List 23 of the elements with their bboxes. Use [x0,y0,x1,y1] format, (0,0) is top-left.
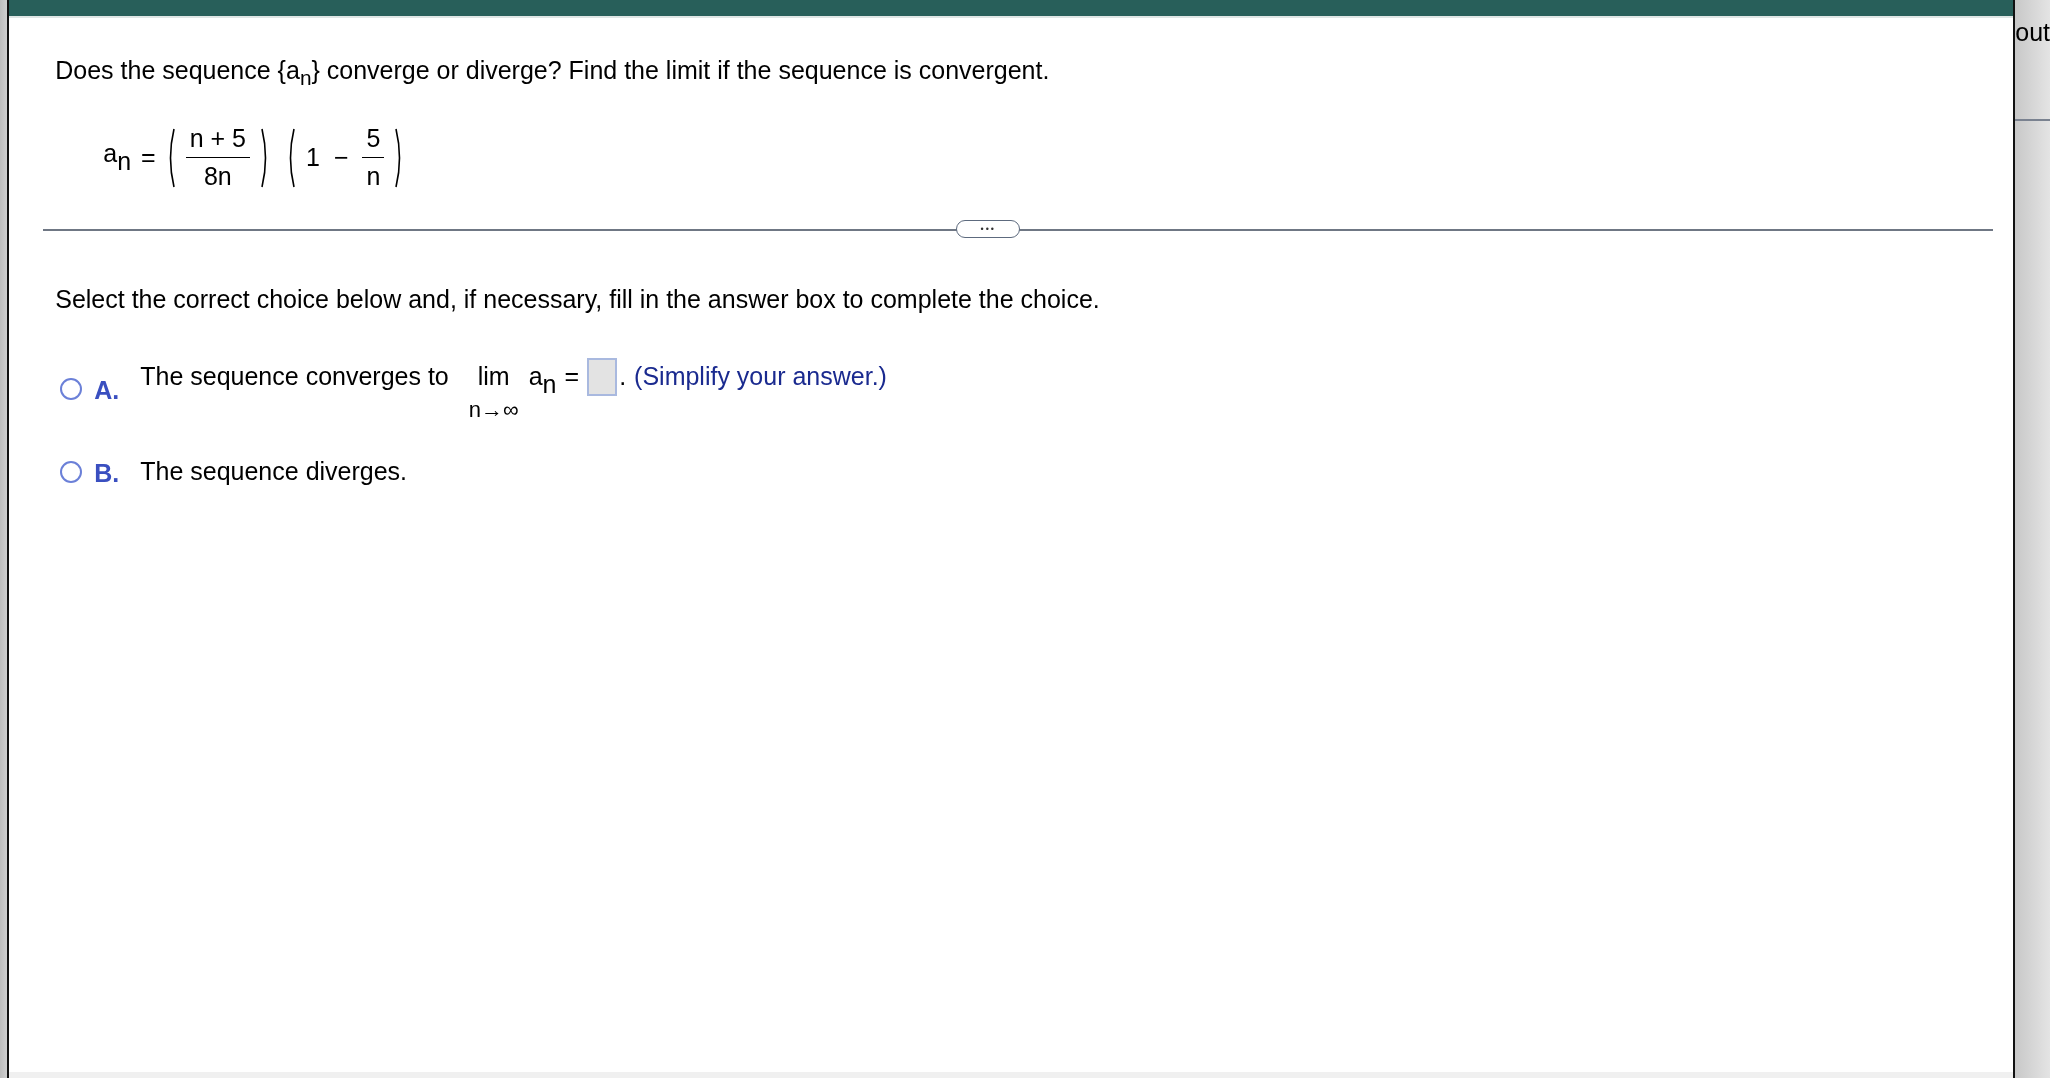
question-text: Does the sequence {a$_{n}$} converge or diverge? Find the limit if the sequence is convergent. [55,56,1051,90]
minus-sign: − [333,143,349,172]
expand-button[interactable]: ••• [956,220,1021,238]
background-text: out [2015,18,2050,47]
equals-sign: = [141,143,156,172]
instruction-text: Select the correct choice below and, if necessary, fill in the answer box to complete the choice. [55,284,1101,314]
fraction-denominator: n [366,161,381,191]
fraction-numerator: 5 [362,124,385,158]
answer-box[interactable] [587,357,618,396]
period: . [619,361,627,391]
limit-operator: lim [477,361,510,391]
choice-text: The sequence converges to [140,361,449,391]
fraction-numerator: n + 5 [185,124,250,158]
choice-text: The sequence diverges. [140,456,408,486]
radio-button[interactable] [60,460,83,483]
choice-letter: B. [94,458,121,488]
choice-letter: A. [94,375,121,405]
equals-sign: = [564,361,580,391]
fraction-denominator: 8n [203,161,232,191]
radio-button[interactable] [60,377,83,400]
limit-subscript: n→∞ [468,396,519,423]
hint-text: (Simplify your answer.) [634,361,887,391]
formula-number: 1 [305,143,320,172]
